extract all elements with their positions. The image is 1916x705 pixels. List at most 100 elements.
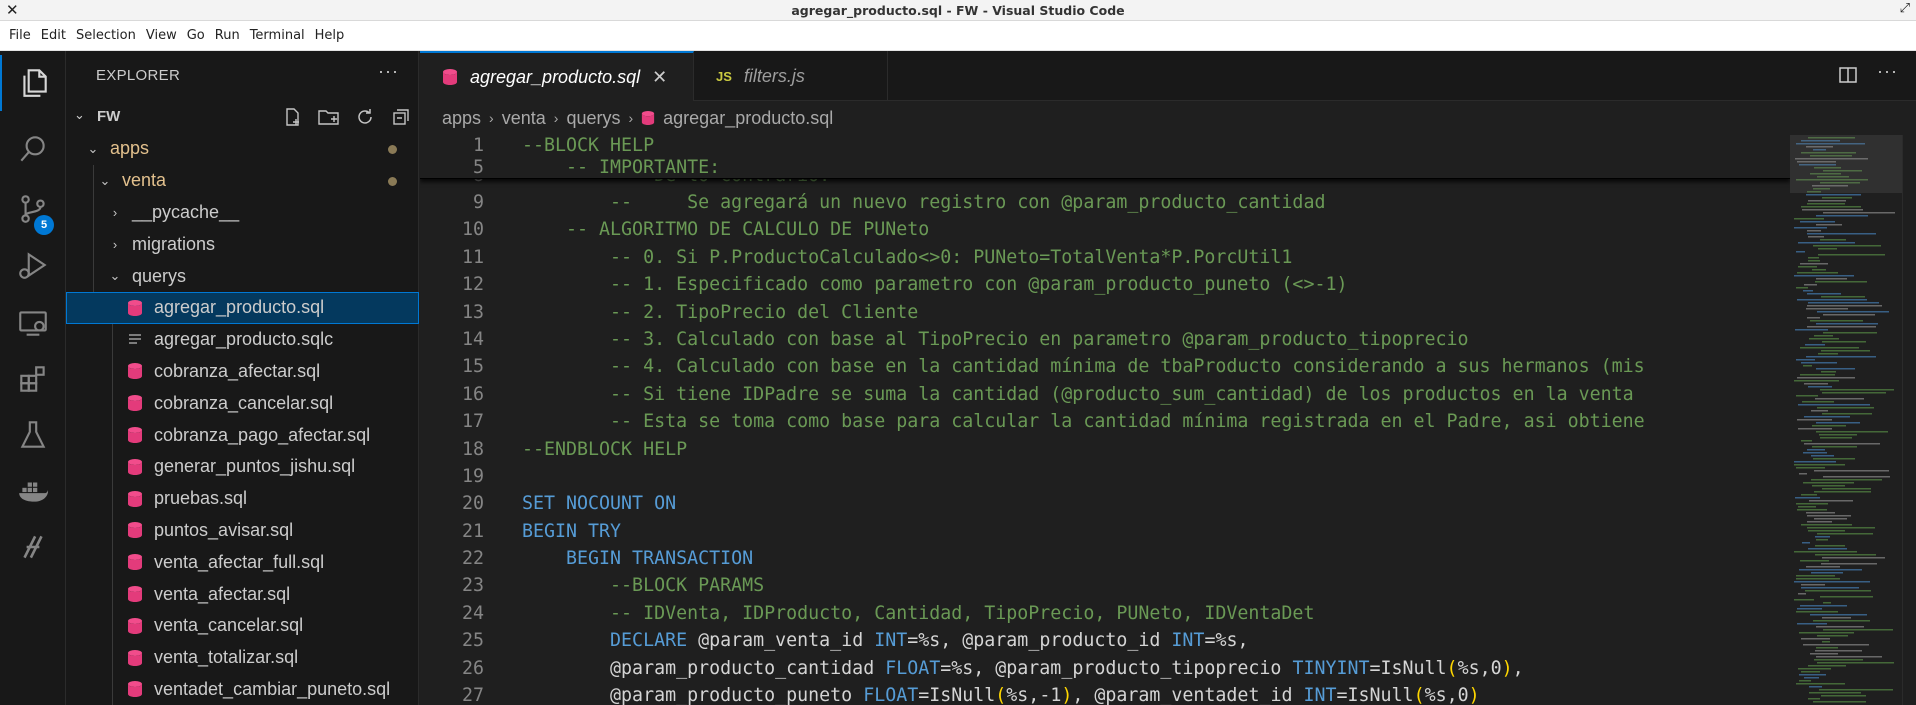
kubernetes-icon[interactable] — [0, 519, 66, 575]
tree-file-agregar-producto-sql[interactable]: agregar_producto.sql — [66, 291, 419, 324]
tree-file-cobranza-pago-afectar[interactable]: cobranza_pago_afectar.sql — [66, 419, 419, 451]
line-number: 26 — [461, 657, 484, 679]
editor-tabs: agregar_producto.sql ✕ JS filters.js ··· — [420, 51, 1916, 101]
tab-filters-js[interactable]: JS filters.js — [694, 51, 888, 101]
tree-file-generar-puntos-jishu[interactable]: generar_puntos_jishu.sql — [66, 450, 419, 483]
refresh-icon[interactable] — [347, 105, 383, 129]
code-line: 23 --BLOCK PARAMS — [420, 572, 1790, 599]
close-icon[interactable]: ✕ — [652, 67, 667, 88]
breadcrumb-venta[interactable]: venta — [502, 108, 546, 129]
breadcrumb-file[interactable]: agregar_producto.sql — [663, 108, 833, 129]
menu-selection[interactable]: Selection — [71, 28, 141, 43]
editor-more-icon[interactable]: ··· — [1877, 61, 1898, 82]
vertical-scrollbar[interactable] — [1902, 135, 1916, 705]
breadcrumb-apps[interactable]: apps — [442, 108, 481, 129]
minimap-viewport[interactable] — [1790, 135, 1902, 193]
menu-edit[interactable]: Edit — [36, 28, 71, 43]
tree-item-label: generar_puntos_jishu.sql — [154, 456, 356, 477]
workspace-name: FW — [97, 108, 121, 125]
menu-file[interactable]: File — [4, 28, 36, 43]
line-text: -- De lo contrario: — [522, 179, 830, 189]
collapse-all-icon[interactable] — [383, 105, 419, 129]
extensions-icon[interactable] — [0, 351, 66, 407]
new-file-icon[interactable] — [275, 105, 311, 129]
database-icon — [124, 551, 146, 573]
code-line: 10 -- ALGORITMO DE CALCULO DE PUNeto — [420, 216, 1790, 243]
remote-explorer-icon[interactable] — [0, 295, 66, 351]
line-number: 21 — [461, 520, 484, 542]
tree-file-venta-afectar-full[interactable]: venta_afectar_full.sql — [66, 546, 419, 579]
code-token: --BLOCK PARAMS — [522, 575, 765, 597]
code-token: -- IDVenta, IDProducto, Cantidad, TipoPr… — [522, 602, 1315, 624]
code-line: 11 -- 0. Si P.ProductoCalculado<>0: PUNe… — [420, 244, 1790, 271]
minimap[interactable] — [1790, 135, 1902, 705]
database-icon — [124, 678, 146, 700]
code-line: 26 @param_producto_cantidad FLOAT=%s, @p… — [420, 655, 1790, 682]
tree-item-label: venta — [122, 170, 167, 191]
code-token: ( — [1446, 657, 1458, 679]
tab-agregar-producto-sql[interactable]: agregar_producto.sql ✕ — [420, 51, 694, 101]
line-number: 20 — [461, 493, 484, 515]
line-number: 14 — [461, 328, 484, 350]
split-editor-icon[interactable] — [1838, 65, 1858, 90]
code-token: %s,-1 — [1006, 685, 1062, 705]
tree-file-cobranza-afectar[interactable]: cobranza_afectar.sql — [66, 355, 419, 388]
code-token: SET NOCOUNT ON — [522, 493, 677, 515]
tree-folder-querys[interactable]: ⌄ querys — [66, 260, 419, 292]
line-text: --BLOCK HELP — [522, 135, 654, 157]
source-control-icon[interactable]: 5 — [0, 181, 66, 237]
run-debug-icon[interactable] — [0, 237, 66, 293]
breadcrumb-querys[interactable]: querys — [566, 108, 620, 129]
js-icon: JS — [716, 68, 732, 84]
tree-item-label: querys — [132, 265, 187, 286]
testing-icon[interactable] — [0, 407, 66, 463]
sticky-scroll-header[interactable]: 1 --BLOCK HELP 5 -- IMPORTANTE: — [420, 135, 1790, 179]
tree-folder-migrations[interactable]: › migrations — [66, 228, 419, 261]
code-token: @param_producto_cantidad — [522, 657, 886, 679]
code-token: -- 2. TipoPrecio del Cliente — [522, 301, 919, 323]
explorer-more-icon[interactable]: ··· — [378, 61, 399, 82]
tree-file-cobranza-cancelar[interactable]: cobranza_cancelar.sql — [66, 387, 419, 420]
database-icon — [124, 647, 146, 669]
menu-go[interactable]: Go — [182, 28, 210, 43]
tree-item-label: venta_totalizar.sql — [154, 647, 299, 668]
tree-file-venta-totalizar[interactable]: venta_totalizar.sql — [66, 641, 419, 674]
code-lines: 9 -- Se agregará un nuevo registro con @… — [420, 189, 1790, 705]
tree-folder-venta[interactable]: ⌄ venta — [66, 164, 419, 197]
code-editor[interactable]: 1--BLOCK HELP5 -- IMPORTANTE: 8 -- De lo… — [420, 135, 1790, 705]
tree-file-pruebas[interactable]: pruebas.sql — [66, 482, 419, 515]
code-line: 17 -- Esta se toma como base para calcul… — [420, 408, 1790, 435]
tree-file-venta-afectar[interactable]: venta_afectar.sql — [66, 578, 419, 610]
docker-icon[interactable] — [0, 463, 66, 519]
tree-folder-apps[interactable]: ⌄ apps — [66, 133, 419, 165]
line-number: 1 — [472, 135, 484, 156]
menu-view[interactable]: View — [141, 28, 182, 43]
window-restore-icon[interactable]: ⤢ — [1900, 1, 1910, 16]
tab-label: filters.js — [743, 65, 805, 86]
search-icon[interactable] — [0, 121, 66, 177]
tree-folder-pycache[interactable]: › __pycache__ — [66, 196, 419, 229]
new-folder-icon[interactable] — [311, 105, 347, 129]
explorer-icon[interactable] — [0, 55, 66, 111]
code-token: -- 3. Calculado con base al TipoPrecio e… — [522, 328, 1469, 350]
menu-run[interactable]: Run — [210, 28, 245, 43]
code-line: 19 — [420, 463, 1790, 490]
tree-file-agregar-producto-sqlc[interactable]: agregar_producto.sqlc — [66, 323, 419, 356]
menu-help[interactable]: Help — [310, 28, 350, 43]
menu-terminal[interactable]: Terminal — [245, 28, 310, 43]
line-number: 25 — [461, 630, 484, 652]
tree-file-ventadet-cambiar-puneto[interactable]: ventadet_cambiar_puneto.sql — [66, 673, 419, 705]
code-token: -- De lo contrario: — [522, 179, 830, 186]
code-token: =IsNull — [918, 685, 996, 705]
line-text: -- Esta se toma como base para calcular … — [522, 408, 1645, 435]
tree-item-label: venta_afectar_full.sql — [154, 551, 325, 572]
tree-file-venta-cancelar[interactable]: venta_cancelar.sql — [66, 609, 419, 642]
line-number: 23 — [461, 575, 484, 597]
workspace-folder-header[interactable]: ⌄ FW — [66, 101, 419, 133]
tree-file-puntos-avisar[interactable]: puntos_avisar.sql — [66, 514, 419, 547]
file-tree: ⌄ apps ⌄ venta › __pycache__ › migration… — [66, 133, 419, 705]
explorer-sidebar: EXPLORER ··· ⌄ FW ⌄ apps ⌄ venta › __pyc… — [66, 51, 419, 705]
window-title: agregar_producto.sql - FW - Visual Studi… — [791, 3, 1125, 18]
chevron-down-icon: ⌄ — [99, 172, 111, 188]
code-token: FLOAT — [885, 657, 941, 679]
